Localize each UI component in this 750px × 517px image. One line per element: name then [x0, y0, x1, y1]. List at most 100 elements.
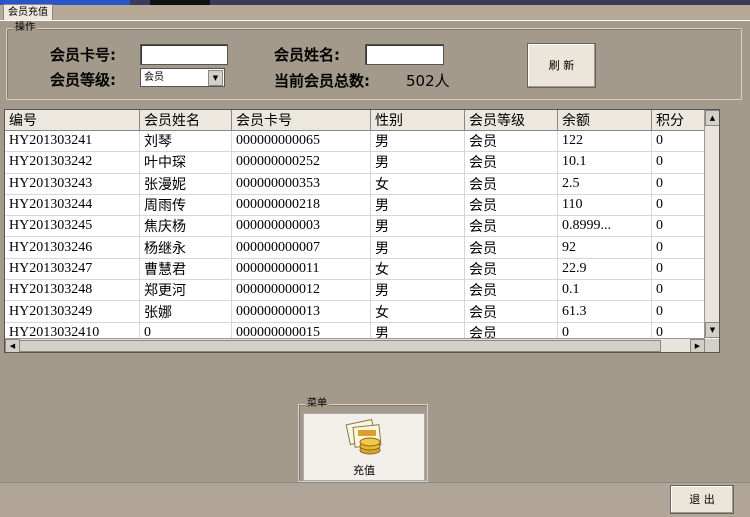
table-row[interactable]: HY201303245 焦庆杨 000000000003 男会员 0.8999... 0 — [5, 215, 712, 238]
horizontal-scroll-thumb[interactable] — [19, 340, 661, 352]
cell-id: HY201303242 — [5, 151, 140, 174]
member-name-label: 会员姓名: — [274, 46, 340, 64]
cell-balance: 22.9 — [557, 258, 652, 281]
table-row[interactable]: HY201303244 周雨传 000000000218 男会员 110 0 — [5, 194, 712, 217]
member-total-label: 当前会员总数: — [274, 72, 370, 90]
coins-cards-icon — [345, 418, 382, 455]
horizontal-scrollbar[interactable]: ◀ ▶ — [5, 338, 705, 352]
background-window-strip — [0, 0, 750, 5]
column-header-gender[interactable]: 性别 — [370, 110, 465, 131]
cell-level: 会员 — [464, 279, 558, 302]
cell-card: 000000000252 — [231, 151, 371, 174]
cell-level: 会员 — [464, 236, 558, 259]
member-name-input[interactable] — [365, 44, 444, 65]
cell-gender: 男 — [370, 194, 465, 217]
menu-groupbox: 菜单 充值 — [298, 397, 428, 482]
cell-card: 000000000003 — [231, 215, 371, 238]
cell-points: 0 — [651, 236, 712, 259]
cell-level: 会员 — [464, 173, 558, 195]
table-row[interactable]: HY201303247 曹慧君 000000000011 女会员 22.9 0 — [5, 258, 712, 281]
cell-id: HY201303247 — [5, 258, 140, 281]
table-header-row: 编号 会员姓名 会员卡号 性别 会员等级 余额 积分 — [5, 110, 712, 131]
recharge-button[interactable]: 充值 — [303, 413, 425, 481]
cell-gender: 女 — [370, 173, 465, 195]
cell-gender: 男 — [370, 151, 465, 174]
cell-balance: 0.8999... — [557, 215, 652, 238]
cell-points: 0 — [651, 279, 712, 302]
cell-balance: 61.3 — [557, 300, 652, 323]
cell-id: HY201303244 — [5, 194, 140, 217]
scroll-left-icon[interactable]: ◀ — [5, 339, 20, 352]
exit-button[interactable]: 退 出 — [670, 485, 734, 514]
cell-balance: 122 — [557, 130, 652, 153]
column-header-name[interactable]: 会员姓名 — [139, 110, 232, 131]
cell-card: 000000000065 — [231, 130, 371, 153]
table-row[interactable]: HY201303246 杨继永 000000000007 男会员 92 0 — [5, 236, 712, 259]
cell-points: 0 — [651, 151, 712, 174]
table-row[interactable]: HY201303249 张娜 000000000013 女会员 61.3 0 — [5, 300, 712, 323]
cell-points: 0 — [651, 194, 712, 217]
table-row[interactable]: HY201303243 张漫妮 000000000353 女会员 2.5 0 — [5, 173, 712, 195]
card-number-input[interactable] — [140, 44, 228, 65]
cell-id: HY201303245 — [5, 215, 140, 238]
column-header-id[interactable]: 编号 — [5, 110, 140, 131]
cell-level: 会员 — [464, 215, 558, 238]
member-level-label: 会员等级: — [50, 71, 116, 89]
cell-points: 0 — [651, 173, 712, 195]
table-row[interactable]: HY201303248 郑更河 000000000012 男会员 0.1 0 — [5, 279, 712, 302]
operation-groupbox-title: 操作 — [13, 21, 37, 35]
cell-gender: 女 — [370, 300, 465, 323]
menu-groupbox-title: 菜单 — [305, 397, 329, 411]
column-header-balance[interactable]: 余额 — [557, 110, 652, 131]
cell-level: 会员 — [464, 194, 558, 217]
cell-card: 000000000011 — [231, 258, 371, 281]
column-header-points[interactable]: 积分 — [651, 110, 712, 131]
scroll-up-icon[interactable]: ▲ — [705, 110, 719, 126]
cell-gender: 男 — [370, 279, 465, 302]
cell-gender: 男 — [370, 236, 465, 259]
cell-name: 叶中琛 — [139, 151, 232, 174]
refresh-button[interactable]: 刷 新 — [527, 43, 596, 88]
cell-id: HY201303248 — [5, 279, 140, 302]
cell-card: 000000000218 — [231, 194, 371, 217]
cell-points: 0 — [651, 258, 712, 281]
background-window-bar — [150, 0, 210, 5]
cell-balance: 0.1 — [557, 279, 652, 302]
chevron-down-icon[interactable]: ▼ — [208, 70, 223, 86]
member-level-select[interactable]: 会员 ▼ — [140, 68, 225, 87]
scroll-down-icon[interactable]: ▼ — [705, 322, 719, 338]
column-header-level[interactable]: 会员等级 — [464, 110, 558, 131]
cell-id: HY201303241 — [5, 130, 140, 153]
scroll-right-icon[interactable]: ▶ — [690, 339, 705, 352]
cell-points: 0 — [651, 215, 712, 238]
cell-name: 张娜 — [139, 300, 232, 323]
cell-gender: 男 — [370, 130, 465, 153]
cell-points: 0 — [651, 130, 712, 153]
cell-level: 会员 — [464, 258, 558, 281]
cell-card: 000000000007 — [231, 236, 371, 259]
recharge-label: 充值 — [353, 464, 375, 477]
member-table[interactable]: 编号 会员姓名 会员卡号 性别 会员等级 余额 积分 HY201303241 刘琴… — [4, 109, 720, 353]
vertical-scrollbar[interactable]: ▲ ▼ — [704, 110, 719, 338]
cell-name: 张漫妮 — [139, 173, 232, 195]
bottom-bar: 退 出 — [0, 482, 750, 517]
cell-balance: 2.5 — [557, 173, 652, 195]
cell-level: 会员 — [464, 300, 558, 323]
member-total-value: 502人 — [406, 72, 450, 90]
card-number-label: 会员卡号: — [50, 46, 116, 64]
cell-points: 0 — [651, 300, 712, 323]
cell-id: HY201303243 — [5, 173, 140, 195]
column-header-card[interactable]: 会员卡号 — [231, 110, 371, 131]
cell-card: 000000000013 — [231, 300, 371, 323]
cell-id: HY201303246 — [5, 236, 140, 259]
cell-name: 曹慧君 — [139, 258, 232, 281]
cell-level: 会员 — [464, 151, 558, 174]
cell-balance: 110 — [557, 194, 652, 217]
tab-member-recharge[interactable]: 会员充值 — [3, 4, 53, 21]
table-row[interactable]: HY201303241 刘琴 000000000065 男会员 122 0 — [5, 130, 712, 153]
cell-level: 会员 — [464, 130, 558, 153]
table-row[interactable]: HY201303242 叶中琛 000000000252 男会员 10.1 0 — [5, 151, 712, 174]
cell-gender: 女 — [370, 258, 465, 281]
scrollbar-corner — [705, 339, 719, 352]
cell-name: 焦庆杨 — [139, 215, 232, 238]
